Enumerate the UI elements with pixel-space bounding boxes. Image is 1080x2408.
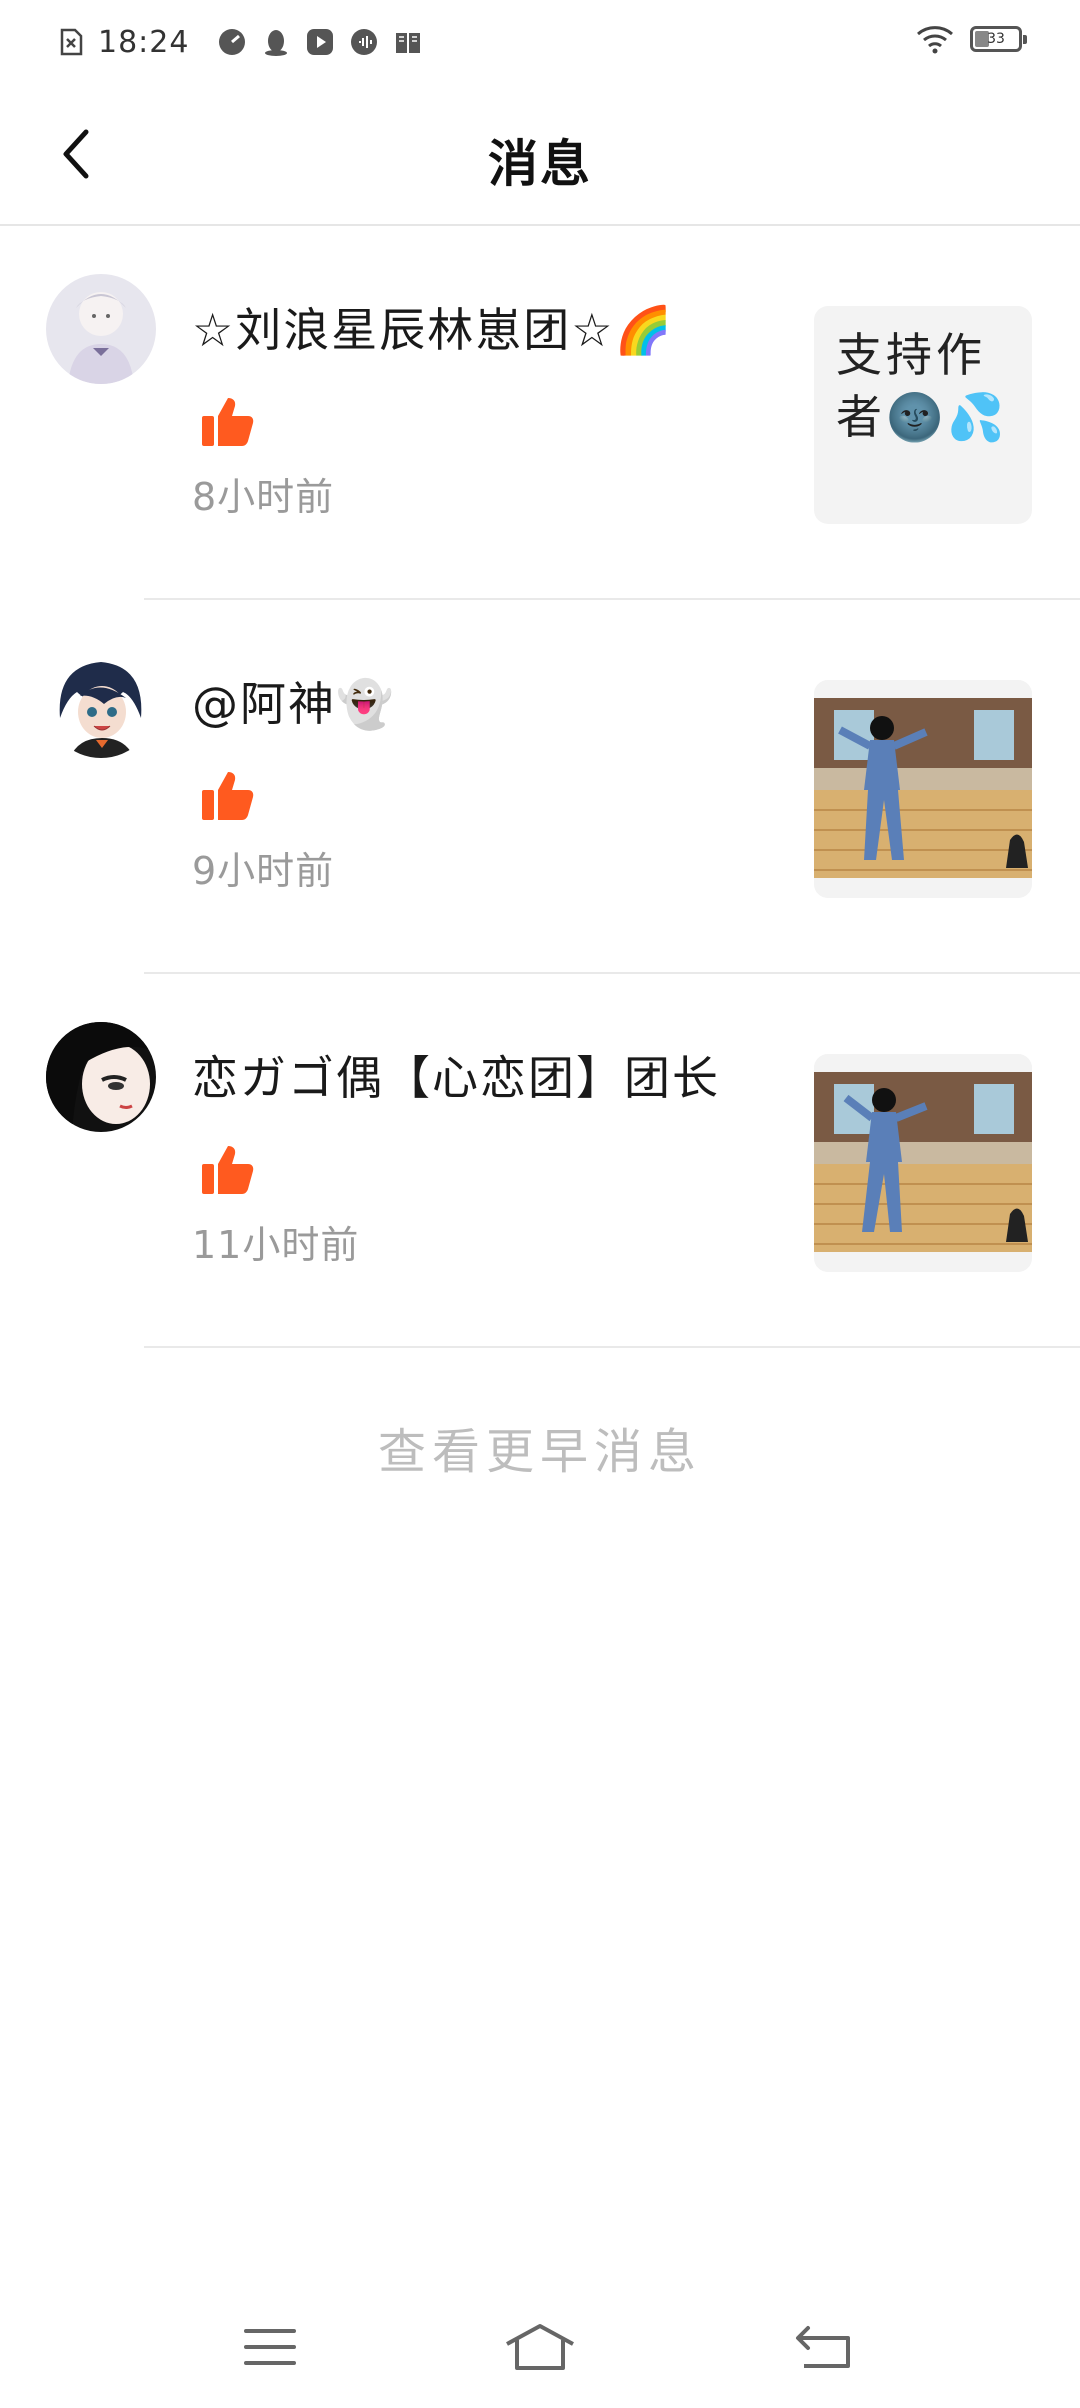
sender-name[interactable]: ☆刘浪星辰林崽团☆🌈 [192,294,674,360]
sender-name[interactable]: @阿神👻 [192,668,395,734]
avatar[interactable] [46,1022,156,1132]
back-nav-button[interactable] [784,2312,864,2382]
system-nav-bar [0,2288,1080,2408]
thumbs-up-icon [202,772,254,820]
post-thumbnail[interactable]: 支持作者🌚💦 [814,306,1032,524]
video-frame-image [814,680,1032,898]
message-item[interactable]: @阿神👻 9小时前 [0,600,1080,974]
podcast-icon [351,29,378,55]
play-icon [307,29,334,55]
header: 消息 [0,84,1080,226]
qq-penguin-icon [265,30,288,56]
thumbs-up-icon [202,398,254,446]
message-time: 8小时前 [192,475,335,519]
menu-icon [244,2329,296,2365]
thumbnail-text: 支持作者🌚💦 [836,328,1009,444]
home-button[interactable] [500,2312,580,2382]
message-item[interactable]: ☆刘浪星辰林崽团☆🌈 8小时前 支持作者🌚💦 [0,226,1080,600]
status-bar: 18:24 33 [0,0,1080,84]
battery-icon: 33 [970,26,1027,52]
thumbs-up-icon [202,1146,254,1194]
battery-level: 33 [987,31,1005,47]
message-time: 9小时前 [192,849,335,893]
video-frame-image [814,1054,1032,1272]
page-title: 消息 [488,135,592,193]
view-earlier-messages-link[interactable]: 查看更早消息 [0,1412,1080,1482]
avatar[interactable] [46,274,156,384]
book-icon [396,33,421,53]
divider [144,1346,1080,1348]
menu-button[interactable] [230,2312,310,2382]
status-time: 18:24 [98,24,190,60]
sender-name[interactable]: 恋ガゴ偶【心恋团】团长 [192,1042,720,1108]
message-time: 11小时前 [192,1223,360,1267]
post-thumbnail[interactable] [814,1054,1032,1272]
post-thumbnail[interactable] [814,680,1032,898]
back-arrow-icon [796,2326,850,2368]
home-icon [506,2324,574,2370]
wifi-icon [917,26,953,54]
avatar[interactable] [46,648,156,758]
speed-icon [219,29,246,55]
sim-x-icon [60,28,83,56]
message-item[interactable]: 恋ガゴ偶【心恋团】团长 11小时前 [0,974,1080,1348]
